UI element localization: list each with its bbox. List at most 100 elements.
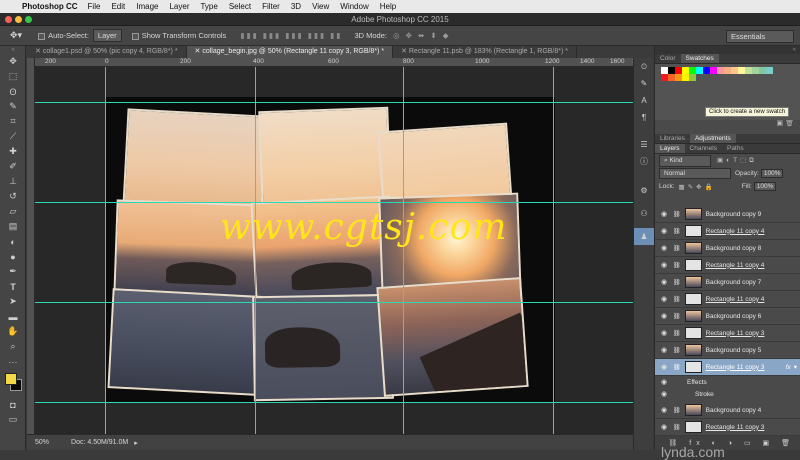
app-menu[interactable]: Photoshop CC: [22, 2, 78, 11]
menu-help[interactable]: Help: [380, 2, 396, 11]
eraser-tool-icon[interactable]: ▱: [0, 204, 26, 219]
quick-select-tool-icon[interactable]: ✎: [0, 99, 26, 114]
move-tool-icon[interactable]: ✥: [0, 54, 26, 69]
info-icon[interactable]: ⓘ: [634, 153, 654, 170]
collapse-icon[interactable]: »: [0, 46, 26, 54]
tab-adjustments[interactable]: Adjustments: [689, 134, 736, 143]
tab-collage-begin[interactable]: ✕ collage_begin.jpg @ 50% (Rectangle 11 …: [186, 46, 394, 58]
shape-tool-icon[interactable]: ▬: [0, 309, 26, 324]
eye-icon[interactable]: ◉: [655, 346, 673, 354]
layer-row[interactable]: ◉ ⛓ Background copy 5: [655, 342, 800, 359]
blur-tool-icon[interactable]: ◐: [0, 234, 26, 249]
dodge-tool-icon[interactable]: ●: [0, 249, 26, 264]
move-tool-icon[interactable]: ✥▾: [10, 30, 22, 41]
effects-row[interactable]: ◉ Effects: [655, 376, 800, 388]
type-tool-icon[interactable]: T: [0, 279, 26, 294]
lasso-tool-icon[interactable]: ʘ: [0, 84, 26, 99]
minimize-window-icon[interactable]: [15, 16, 22, 23]
swatch-panel-icons[interactable]: ▣ 🗑: [655, 120, 800, 128]
blend-mode-dropdown[interactable]: Normal: [659, 168, 731, 179]
screen-mode-icon[interactable]: ▭: [0, 412, 26, 427]
guide-vertical[interactable]: [105, 67, 106, 434]
tab-libraries[interactable]: Libraries: [655, 134, 690, 143]
layer-row[interactable]: ◉ ⛓ Background copy 9: [655, 206, 800, 223]
crop-tool-icon[interactable]: ⌗: [0, 114, 26, 129]
gradient-tool-icon[interactable]: ▤: [0, 219, 26, 234]
fill-field[interactable]: 100%: [753, 182, 777, 191]
layer-row[interactable]: ◉ ⛓ Background copy 7: [655, 274, 800, 291]
eye-icon[interactable]: ◉: [655, 295, 673, 303]
guide-horizontal[interactable]: [35, 402, 653, 403]
eye-icon[interactable]: ◉: [655, 363, 673, 371]
tool-presets-icon[interactable]: ⚙: [634, 182, 654, 199]
eye-icon[interactable]: ◉: [655, 390, 673, 398]
layer-row[interactable]: ◉ ⛓ Background copy 6: [655, 308, 800, 325]
workspace-dropdown[interactable]: Essentials: [726, 30, 794, 43]
eye-icon[interactable]: ◉: [655, 278, 673, 286]
fx-badge[interactable]: fx: [786, 364, 791, 371]
brush-presets-icon[interactable]: ✎: [634, 75, 654, 92]
guide-horizontal[interactable]: [35, 102, 653, 103]
tab-channels[interactable]: Channels: [685, 144, 722, 153]
color-swatches[interactable]: [0, 369, 25, 397]
menu-type[interactable]: Type: [200, 2, 217, 11]
guide-vertical[interactable]: [553, 67, 554, 434]
filter-icons[interactable]: ▣◐T⬚⧉: [717, 156, 757, 165]
guide-horizontal[interactable]: [35, 202, 653, 203]
expand-effects-icon[interactable]: ▾: [794, 363, 797, 371]
document-canvas[interactable]: www.cgtsj.com: [35, 67, 653, 434]
stroke-effect-row[interactable]: ◉ Stroke: [655, 388, 800, 400]
eye-icon[interactable]: ◉: [655, 312, 673, 320]
menu-3d[interactable]: 3D: [291, 2, 301, 11]
panel-collapse-icon[interactable]: «: [655, 46, 800, 54]
collage-photo-top-left[interactable]: [122, 108, 268, 211]
guide-vertical[interactable]: [403, 67, 404, 434]
auto-select-checkbox[interactable]: [38, 31, 48, 40]
guide-vertical[interactable]: [255, 67, 256, 434]
collage-photo-bottom-left[interactable]: [107, 288, 263, 396]
tab-collage1[interactable]: ✕ collage1.psd @ 50% (pic copy 4, RGB/8*…: [27, 46, 187, 58]
stamp-tool-icon[interactable]: ⊥: [0, 174, 26, 189]
transform-checkbox[interactable]: [131, 31, 142, 40]
menu-select[interactable]: Select: [229, 2, 251, 11]
character-icon[interactable]: A: [634, 92, 654, 109]
menu-view[interactable]: View: [312, 2, 329, 11]
menu-edit[interactable]: Edit: [111, 2, 125, 11]
menu-file[interactable]: File: [88, 2, 101, 11]
layer-row[interactable]: ◉ ⛓ Rectangle 11 copy 4: [655, 291, 800, 308]
hand-tool-icon[interactable]: ✋: [0, 324, 26, 339]
eye-icon[interactable]: ◉: [655, 244, 673, 252]
kind-filter-dropdown[interactable]: ⌕ Kind: [659, 154, 711, 167]
eyedropper-tool-icon[interactable]: ⟋: [0, 129, 26, 144]
pen-tool-icon[interactable]: ✒: [0, 264, 26, 279]
opacity-field[interactable]: 100%: [760, 169, 784, 178]
layer-row[interactable]: ◉ ⛓ Rectangle 11 copy 4: [655, 223, 800, 240]
zoom-level[interactable]: 50%: [35, 439, 49, 446]
eye-icon[interactable]: ◉: [655, 329, 673, 337]
zoom-tool-icon[interactable]: ⌕: [0, 339, 26, 354]
properties-icon[interactable]: ☰: [634, 136, 654, 153]
menu-image[interactable]: Image: [136, 2, 158, 11]
close-window-icon[interactable]: [5, 16, 12, 23]
guide-horizontal[interactable]: [35, 302, 653, 303]
paragraph-icon[interactable]: ¶: [634, 109, 654, 126]
more-tools-icon[interactable]: ···: [0, 354, 26, 369]
eye-icon[interactable]: ◉: [655, 423, 673, 431]
layer-row-selected[interactable]: ◉ ⛓ Rectangle 11 copy 3 fx ▾: [655, 359, 800, 376]
layer-row[interactable]: ◉ ⛓ Rectangle 11 copy 3: [655, 325, 800, 342]
layer-row[interactable]: ◉ ⛓ Background copy 4: [655, 402, 800, 419]
history-icon[interactable]: ⏲: [634, 58, 654, 75]
lock-icons[interactable]: ▦✎✥🔒: [679, 183, 716, 191]
auto-select-dropdown[interactable]: Layer: [92, 29, 122, 42]
eye-icon[interactable]: ◉: [655, 210, 673, 218]
layer-row[interactable]: ◉ ⛓ Rectangle 11 copy 4: [655, 257, 800, 274]
menu-window[interactable]: Window: [340, 2, 368, 11]
collage-photo-bottom-middle[interactable]: [252, 293, 394, 402]
menu-filter[interactable]: Filter: [262, 2, 280, 11]
foreground-color[interactable]: [5, 373, 17, 385]
path-select-icon[interactable]: ➤: [0, 294, 26, 309]
swatch-grid[interactable]: [661, 67, 773, 81]
quick-mask-icon[interactable]: ◘: [0, 397, 26, 412]
zoom-window-icon[interactable]: [25, 16, 32, 23]
brush-tool-icon[interactable]: ✐: [0, 159, 26, 174]
